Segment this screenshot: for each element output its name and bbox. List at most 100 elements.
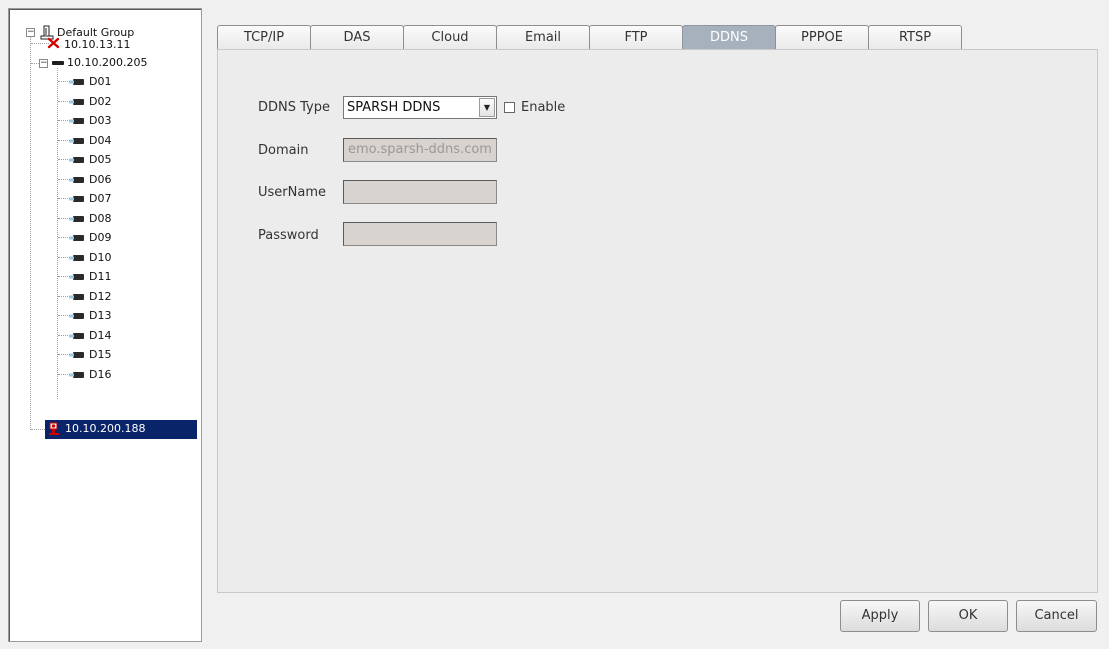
- tree-line: [57, 68, 58, 399]
- tree-channel-label: D14: [89, 329, 112, 342]
- tree-line: [58, 120, 68, 121]
- tree-channel-item[interactable]: D12: [69, 288, 189, 306]
- enable-label[interactable]: Enable: [521, 100, 565, 116]
- tree-channel-item[interactable]: D15: [69, 346, 189, 364]
- tree-device-nvr-label: 10.10.200.205: [67, 56, 148, 69]
- nvr-collapse-toggle[interactable]: −: [39, 59, 48, 68]
- tree-channel-label: D08: [89, 212, 112, 225]
- tree-device-offline-label: 10.10.13.11: [64, 38, 131, 51]
- tree-channel-item[interactable]: D14: [69, 327, 189, 345]
- tree-line: [58, 81, 68, 82]
- tree-channel-label: D07: [89, 192, 112, 205]
- tree-channel-label: D05: [89, 153, 112, 166]
- tree-line: [58, 374, 68, 375]
- tree-channel-item[interactable]: D13: [69, 307, 189, 325]
- username-field[interactable]: [343, 180, 497, 204]
- tab-pppoe[interactable]: PPPOE: [775, 25, 869, 50]
- camera-icon: [69, 79, 84, 85]
- tree-channel-item[interactable]: D11: [69, 268, 189, 286]
- tree-channel-label: D09: [89, 231, 112, 244]
- camera-icon: [69, 235, 84, 241]
- domain-label: Domain: [258, 143, 309, 158]
- ddns-type-select[interactable]: SPARSH DDNS ▼: [343, 96, 497, 119]
- tab-ddns[interactable]: DDNS: [682, 25, 776, 50]
- camera-icon: [69, 274, 84, 280]
- tree-channel-label: D13: [89, 309, 112, 322]
- camera-icon: [69, 177, 84, 183]
- tree-line: [58, 237, 68, 238]
- camera-icon: [69, 313, 84, 319]
- device-tree[interactable]: − Default Group 10.10.13.11 − 10.10.200.…: [8, 8, 202, 642]
- tab-cloud[interactable]: Cloud: [403, 25, 497, 50]
- password-field[interactable]: [343, 222, 497, 246]
- tree-channel-label: D03: [89, 114, 112, 127]
- camera-icon: [69, 196, 84, 202]
- tree-line: [58, 198, 68, 199]
- tree-channel-item[interactable]: D05: [69, 151, 189, 169]
- ddns-tab-panel: [217, 49, 1098, 593]
- tree-line: [58, 335, 68, 336]
- tree-channel-label: D02: [89, 95, 112, 108]
- camera-icon: [69, 99, 84, 105]
- tree-channel-item[interactable]: D03: [69, 112, 189, 130]
- domain-field[interactable]: emo.sparsh-ddns.com: [343, 138, 497, 162]
- tab-das[interactable]: DAS: [310, 25, 404, 50]
- tree-channel-label: D16: [89, 368, 112, 381]
- tree-channel-label: D06: [89, 173, 112, 186]
- tree-line: [58, 354, 68, 355]
- camera-icon: [69, 138, 84, 144]
- camera-icon: [69, 157, 84, 163]
- tab-tcp-ip[interactable]: TCP/IP: [217, 25, 311, 50]
- camera-icon: [69, 352, 84, 358]
- ok-button[interactable]: OK: [928, 600, 1008, 632]
- tree-line: [30, 37, 31, 430]
- camera-device-icon: [49, 422, 59, 435]
- ddns-type-value: SPARSH DDNS: [347, 100, 441, 115]
- apply-button[interactable]: Apply: [840, 600, 920, 632]
- cancel-button[interactable]: Cancel: [1016, 600, 1097, 632]
- tree-channel-label: D10: [89, 251, 112, 264]
- offline-device-icon: [47, 37, 60, 49]
- tree-channel-label: D04: [89, 134, 112, 147]
- tree-channel-item[interactable]: D10: [69, 249, 189, 267]
- tab-email[interactable]: Email: [496, 25, 590, 50]
- camera-icon: [69, 372, 84, 378]
- tree-channel-label: D15: [89, 348, 112, 361]
- tree-channel-label: D12: [89, 290, 112, 303]
- enable-checkbox[interactable]: [504, 102, 515, 113]
- tree-channel-item[interactable]: D16: [69, 366, 189, 384]
- camera-icon: [69, 294, 84, 300]
- tree-line: [58, 218, 68, 219]
- tree-line: [58, 276, 68, 277]
- tree-line: [31, 63, 39, 64]
- tree-device-selected-label: 10.10.200.188: [65, 422, 146, 435]
- tree-channel-label: D11: [89, 270, 112, 283]
- tree-channel-item[interactable]: D09: [69, 229, 189, 247]
- tree-line: [58, 315, 68, 316]
- tree-line: [58, 179, 68, 180]
- ddns-type-label: DDNS Type: [258, 100, 330, 115]
- tree-channel-item[interactable]: D04: [69, 132, 189, 150]
- tree-line: [58, 257, 68, 258]
- tree-channel-item[interactable]: D02: [69, 93, 189, 111]
- tree-channel-item[interactable]: D01: [69, 73, 189, 91]
- tree-channel-item[interactable]: D06: [69, 171, 189, 189]
- password-label: Password: [258, 228, 319, 243]
- camera-icon: [69, 216, 84, 222]
- tree-line: [31, 429, 45, 430]
- username-label: UserName: [258, 185, 326, 200]
- camera-icon: [69, 255, 84, 261]
- tree-channel-label: D01: [89, 75, 112, 88]
- tab-rtsp[interactable]: RTSP: [868, 25, 962, 50]
- chevron-down-icon[interactable]: ▼: [479, 98, 495, 117]
- tree-line: [58, 140, 68, 141]
- tree-channel-item[interactable]: D07: [69, 190, 189, 208]
- nvr-device-icon: [52, 61, 64, 65]
- tree-channel-item[interactable]: D08: [69, 210, 189, 228]
- camera-icon: [69, 333, 84, 339]
- tab-ftp[interactable]: FTP: [589, 25, 683, 50]
- tree-line: [58, 101, 68, 102]
- tree-line: [58, 159, 68, 160]
- camera-icon: [69, 118, 84, 124]
- root-collapse-toggle[interactable]: −: [26, 28, 35, 37]
